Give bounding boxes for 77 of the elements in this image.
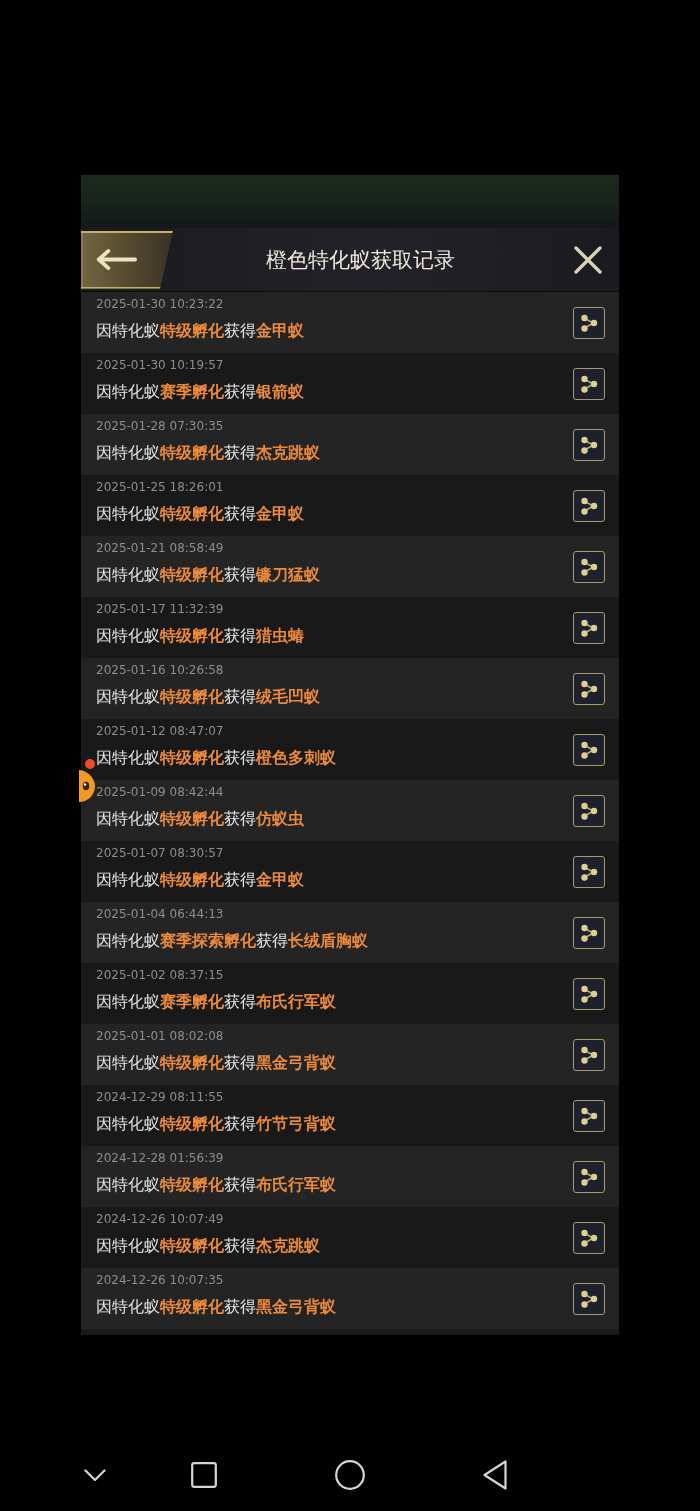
record-time: 2024-12-26 10:07:49: [96, 1211, 224, 1227]
share-icon: [579, 922, 599, 943]
record-text: 因特化蚁特级孵化获得杰克跳蚁: [96, 1236, 320, 1257]
record-time: 2024-12-29 08:11:55: [96, 1089, 224, 1105]
share-icon: [579, 312, 599, 333]
home-icon[interactable]: [335, 1460, 365, 1490]
chevron-down-icon[interactable]: [84, 1468, 106, 1482]
share-icon: [579, 1227, 599, 1248]
cartoon-creature-icon[interactable]: [79, 758, 96, 802]
record-text: 因特化蚁特级孵化获得布氏行军蚁: [96, 1175, 336, 1196]
close-icon[interactable]: [574, 245, 602, 274]
share-icon: [579, 556, 599, 577]
record-text: 因特化蚁特级孵化获得金甲蚁: [96, 504, 304, 525]
recent-apps-icon[interactable]: [191, 1462, 217, 1488]
record-time: 2025-01-01 08:02:08: [96, 1028, 224, 1044]
record-text: 因特化蚁赛季探索孵化获得长绒盾胸蚁: [96, 931, 368, 952]
record-time: 2025-01-12 08:47:07: [96, 723, 224, 739]
record-text: 因特化蚁特级孵化获得绒毛凹蚁: [96, 687, 320, 708]
share-button[interactable]: [573, 1221, 605, 1254]
record-text: 因特化蚁特级孵化获得橙色多刺蚁: [96, 748, 336, 769]
share-icon: [579, 617, 599, 638]
share-button[interactable]: [573, 977, 605, 1010]
record-time: 2025-01-07 08:30:57: [96, 845, 224, 861]
record-text: 因特化蚁特级孵化获得黑金弓背蚁: [96, 1297, 336, 1318]
back-triangle-icon[interactable]: [483, 1460, 507, 1490]
share-icon: [579, 1105, 599, 1126]
record-time: 2025-01-21 08:58:49: [96, 540, 224, 556]
share-button[interactable]: [573, 672, 605, 705]
record-text: 因特化蚁特级孵化获得金甲蚁: [96, 321, 304, 342]
record-time: 2024-12-26 10:07:35: [96, 1272, 224, 1288]
share-button[interactable]: [573, 428, 605, 461]
share-button[interactable]: [573, 550, 605, 583]
share-button[interactable]: [573, 1038, 605, 1071]
share-icon: [579, 739, 599, 760]
share-button[interactable]: [573, 855, 605, 888]
record-time: 2025-01-02 08:37:15: [96, 967, 224, 983]
record-text: 因特化蚁特级孵化获得金甲蚁: [96, 870, 304, 891]
share-button[interactable]: [573, 916, 605, 949]
record-time: 2025-01-04 06:44:13: [96, 906, 224, 922]
share-button[interactable]: [573, 306, 605, 339]
record-text: 因特化蚁特级孵化获得镰刀猛蚁: [96, 565, 320, 586]
share-button[interactable]: [573, 1282, 605, 1315]
record-text: 因特化蚁特级孵化获得杰克跳蚁: [96, 443, 320, 464]
share-button[interactable]: [573, 367, 605, 400]
back-arrow-icon: [95, 248, 137, 271]
dialog-title: 橙色特化蚁获取记录: [266, 246, 455, 274]
back-button[interactable]: [81, 230, 173, 289]
record-text: 因特化蚁特级孵化获得黑金弓背蚁: [96, 1053, 336, 1074]
share-button[interactable]: [573, 733, 605, 766]
share-button[interactable]: [573, 1099, 605, 1132]
share-icon: [579, 678, 599, 699]
share-icon: [579, 983, 599, 1004]
share-icon: [579, 434, 599, 455]
record-time: 2025-01-30 10:19:57: [96, 357, 224, 373]
share-button[interactable]: [573, 489, 605, 522]
share-icon: [579, 373, 599, 394]
share-button[interactable]: [573, 611, 605, 644]
record-text: 因特化蚁特级孵化获得猎虫蝽: [96, 626, 304, 647]
share-icon: [579, 1166, 599, 1187]
record-text: 因特化蚁赛季孵化获得布氏行军蚁: [96, 992, 336, 1013]
share-icon: [579, 1044, 599, 1065]
record-time: 2025-01-16 10:26:58: [96, 662, 224, 678]
record-time: 2024-12-28 01:56:39: [96, 1150, 224, 1166]
record-text: 因特化蚁赛季孵化获得银箭蚁: [96, 382, 304, 403]
share-icon: [579, 495, 599, 516]
record-text: 因特化蚁特级孵化获得仿蚁虫: [96, 809, 304, 830]
share-icon: [579, 800, 599, 821]
record-time: 2025-01-25 18:26:01: [96, 479, 224, 495]
share-button[interactable]: [573, 1160, 605, 1193]
record-time: 2025-01-09 08:42:44: [96, 784, 224, 800]
record-time: 2025-01-30 10:23:22: [96, 296, 224, 312]
share-icon: [579, 1288, 599, 1309]
record-time: 2025-01-17 11:32:39: [96, 601, 224, 617]
share-icon: [579, 861, 599, 882]
record-time: 2025-01-28 07:30:35: [96, 418, 224, 434]
record-text: 因特化蚁特级孵化获得竹节弓背蚁: [96, 1114, 336, 1135]
share-button[interactable]: [573, 794, 605, 827]
